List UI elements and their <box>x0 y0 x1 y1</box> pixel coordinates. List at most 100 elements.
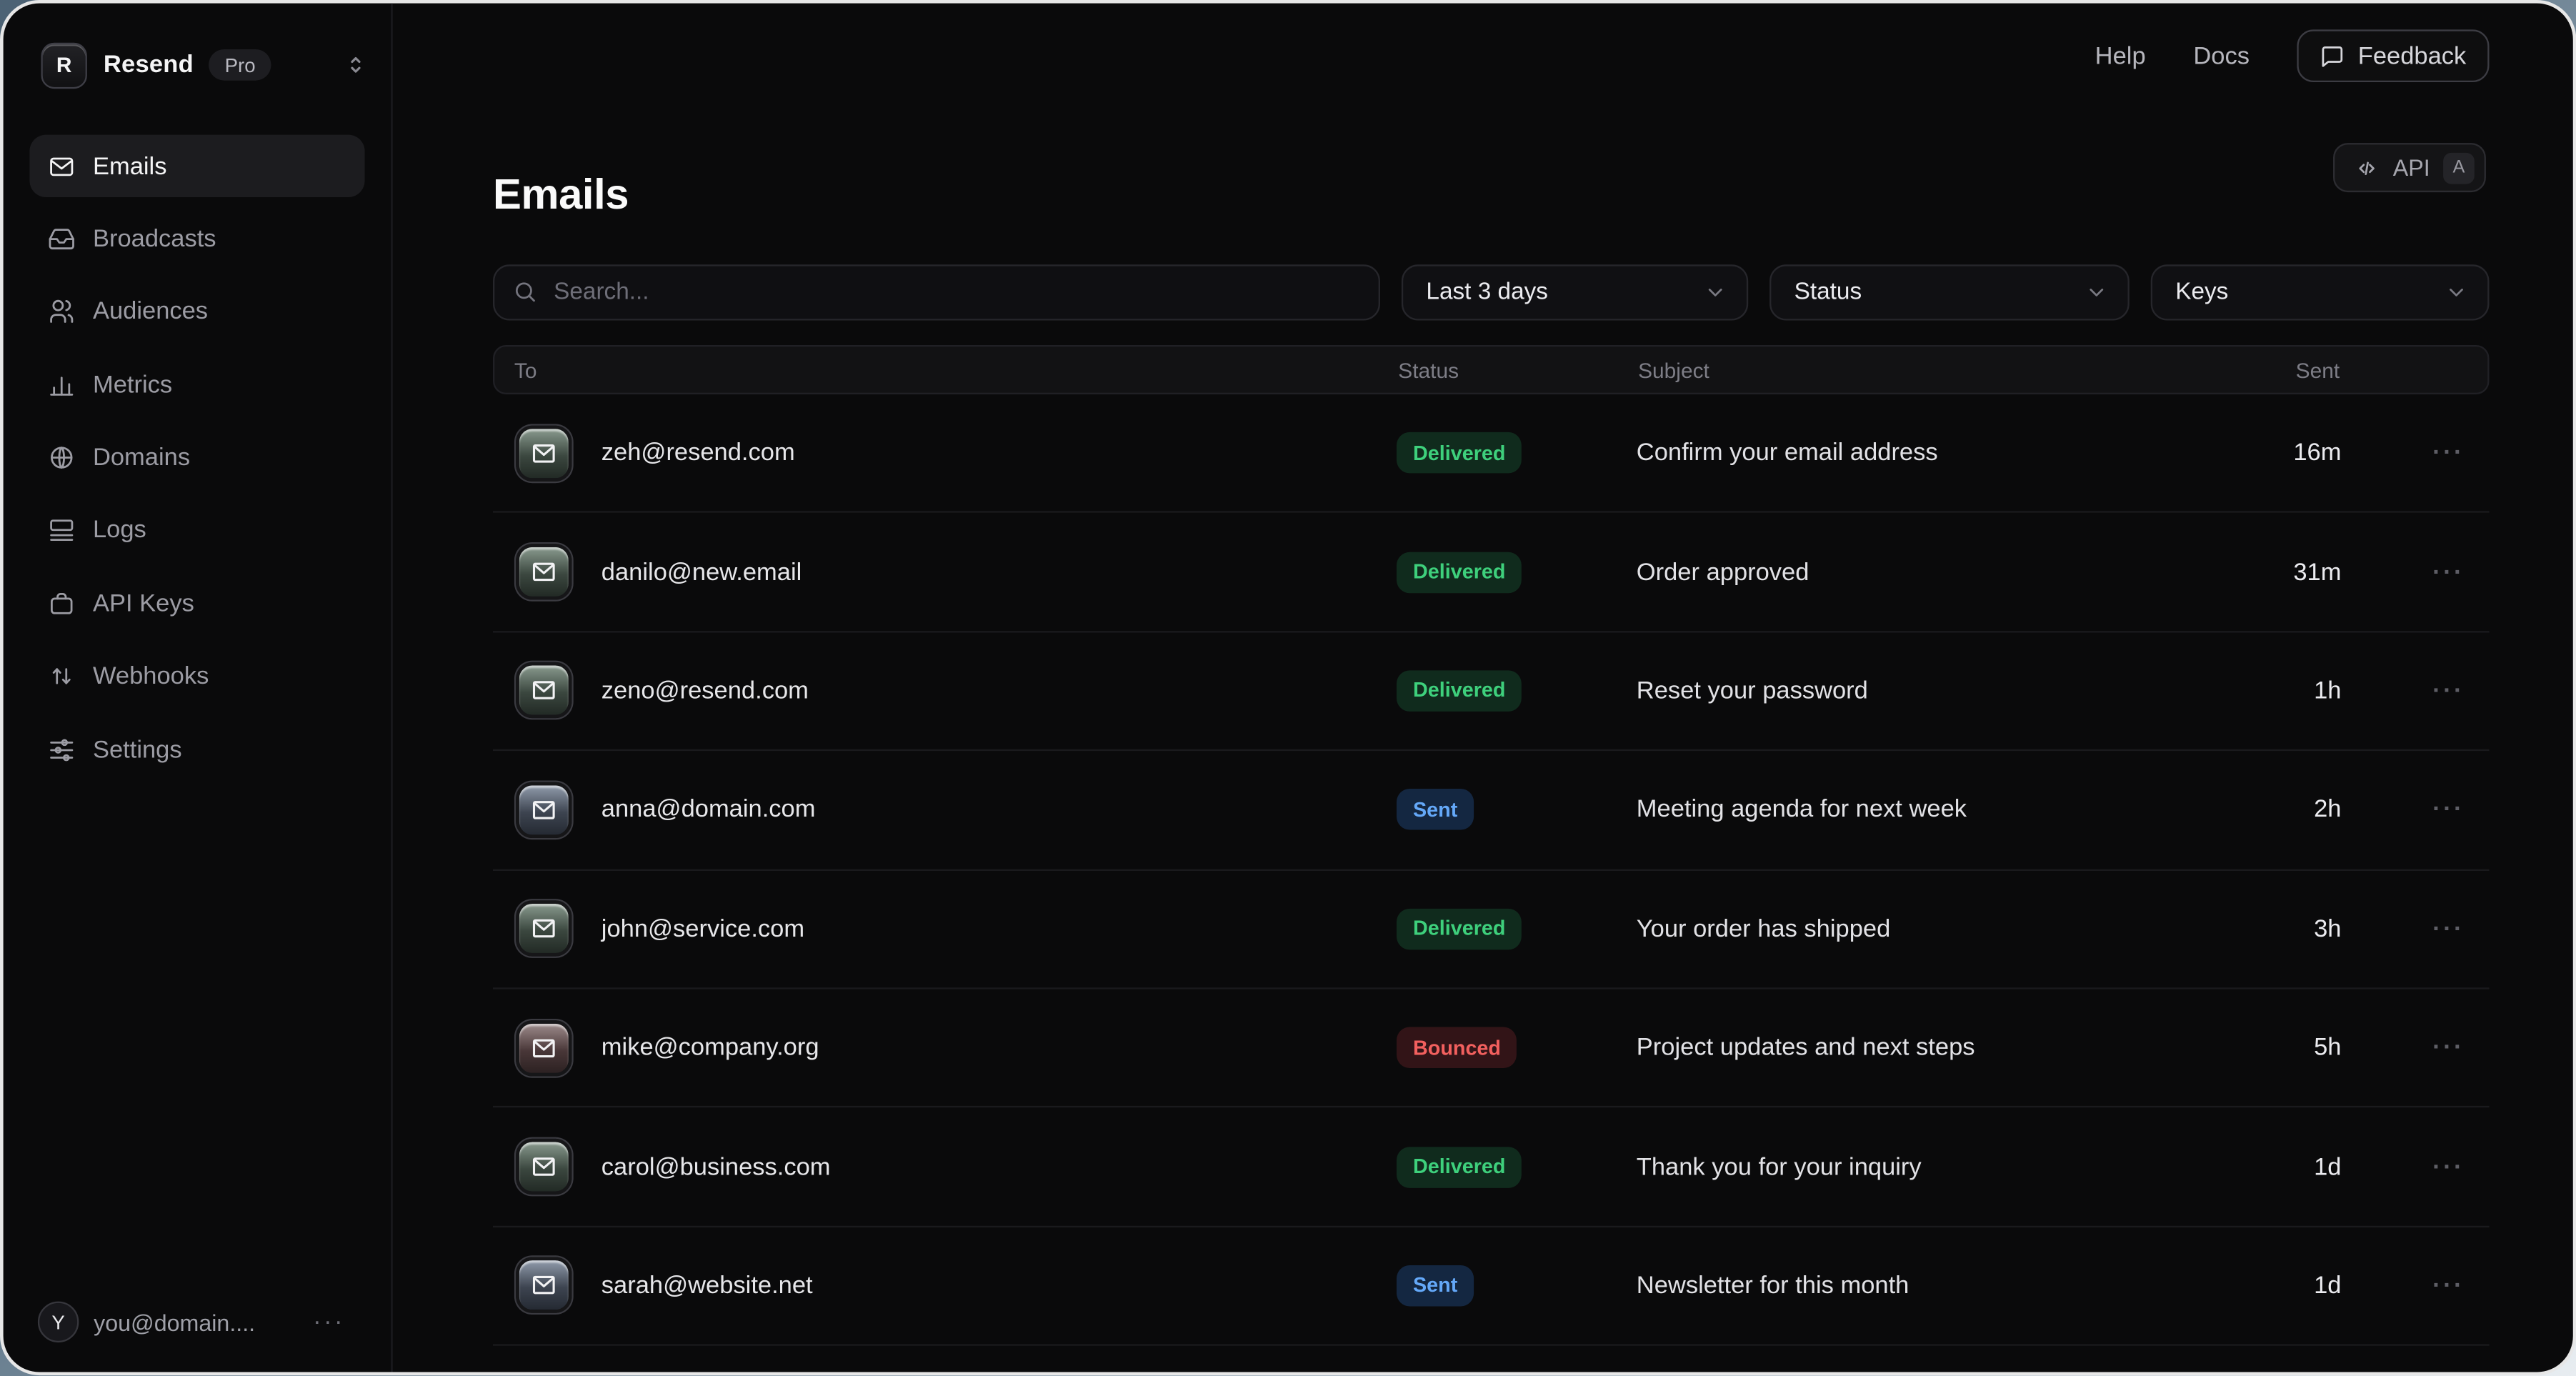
recipient-email: john@service.com <box>601 915 804 943</box>
chevron-down-icon <box>2445 281 2467 304</box>
filter-bar: Last 3 days Status Keys <box>493 264 2490 320</box>
nav-icon <box>48 444 76 472</box>
to-cell: zeh@resend.com <box>493 425 1397 481</box>
row-menu-button[interactable]: ··· <box>2366 439 2490 467</box>
table-row[interactable]: zeh@resend.com Delivered Confirm your em… <box>493 394 2490 513</box>
api-button[interactable]: API A <box>2334 143 2486 192</box>
status-cell: Bounced <box>1397 1027 1637 1069</box>
nav-icon <box>48 298 76 326</box>
resend-logo: R <box>41 42 87 88</box>
recipient-email: anna@domain.com <box>601 796 816 824</box>
help-link[interactable]: Help <box>2095 42 2146 70</box>
row-menu-button[interactable]: ··· <box>2366 1153 2490 1181</box>
chevrons-up-down-icon[interactable] <box>344 53 369 78</box>
sent-time: 1h <box>2235 677 2366 705</box>
sidebar-item-metrics[interactable]: Metrics <box>29 354 364 416</box>
email-table-body: zeh@resend.com Delivered Confirm your em… <box>493 394 2490 1376</box>
to-cell: carol@business.com <box>493 1139 1397 1195</box>
sidebar-item-label: Webhooks <box>93 662 209 690</box>
table-row[interactable]: john@service.com Delivered Your order ha… <box>493 870 2490 989</box>
search-input[interactable] <box>493 264 1380 320</box>
workspace-switcher[interactable]: R Resend Pro <box>41 43 369 87</box>
to-cell: sarah@website.net <box>493 1257 1397 1313</box>
recipient-email: zeno@resend.com <box>601 677 809 705</box>
recipient-email: mike@company.org <box>601 1034 819 1062</box>
row-menu-button[interactable]: ··· <box>2366 558 2490 586</box>
subject-text: Your order has shipped <box>1637 915 2235 943</box>
sidebar-item-label: Emails <box>93 152 167 180</box>
status-badge: Delivered <box>1397 908 1522 949</box>
status-filter-dropdown[interactable]: Status <box>1769 264 2130 320</box>
subject-text: Newsletter for this month <box>1637 1272 2235 1300</box>
envelope-icon <box>516 1257 571 1313</box>
sidebar-item-api-keys[interactable]: API Keys <box>29 572 364 634</box>
envelope-icon <box>516 1019 571 1075</box>
column-header-to: To <box>494 357 1398 382</box>
to-cell: zeno@resend.com <box>493 663 1397 719</box>
code-icon <box>2355 155 2380 180</box>
row-menu-button[interactable]: ··· <box>2366 677 2490 705</box>
subject-text: Project updates and next steps <box>1637 1034 2235 1062</box>
chevron-down-icon <box>1704 281 1727 304</box>
sidebar-item-domains[interactable]: Domains <box>29 427 364 489</box>
sidebar-item-label: Audiences <box>93 298 208 326</box>
status-cell: Delivered <box>1397 908 1637 949</box>
nav-icon <box>48 517 76 544</box>
table-row[interactable]: sarah@website.net Sent Newsletter for th… <box>493 1227 2490 1345</box>
app-window: R Resend Pro Emails Broadcasts Audiences… <box>0 0 2576 1376</box>
status-badge: Bounced <box>1397 1027 1517 1069</box>
status-filter-value: Status <box>1794 279 1862 306</box>
table-row[interactable]: mike@company.org Bounced Project updates… <box>493 989 2490 1107</box>
plan-badge: Pro <box>209 49 272 81</box>
sidebar: R Resend Pro Emails Broadcasts Audiences… <box>4 4 393 1373</box>
table-row[interactable]: zeno@resend.com Delivered Reset your pas… <box>493 632 2490 751</box>
sidebar-item-label: Domains <box>93 444 190 472</box>
date-range-dropdown[interactable]: Last 3 days <box>1402 264 1748 320</box>
sidebar-nav: Emails Broadcasts Audiences Metrics Doma… <box>29 135 364 781</box>
row-menu-button[interactable]: ··· <box>2366 915 2490 943</box>
avatar: Y <box>38 1302 79 1343</box>
envelope-icon <box>516 425 571 481</box>
sidebar-item-audiences[interactable]: Audiences <box>29 281 364 343</box>
feedback-button[interactable]: Feedback <box>2297 29 2490 82</box>
row-menu-button[interactable]: ··· <box>2366 796 2490 824</box>
api-label: API <box>2393 154 2430 181</box>
shortcut-key-badge: A <box>2443 152 2475 184</box>
subject-text: Meeting agenda for next week <box>1637 796 2235 824</box>
search-icon <box>513 279 538 304</box>
sidebar-item-label: Settings <box>93 736 182 764</box>
table-row[interactable]: anna@domain.com Sent Meeting agenda for … <box>493 751 2490 869</box>
table-row[interactable]: carol@business.com Delivered Thank you f… <box>493 1108 2490 1227</box>
column-header-status: Status <box>1398 357 1638 382</box>
sent-time: 16m <box>2235 439 2366 467</box>
sent-time: 5h <box>2235 1034 2366 1062</box>
docs-link[interactable]: Docs <box>2193 42 2250 70</box>
user-menu-button[interactable]: ··· <box>313 1308 345 1336</box>
sidebar-item-webhooks[interactable]: Webhooks <box>29 645 364 707</box>
table-row[interactable]: Delivered <box>493 1346 2490 1376</box>
brand-name: Resend <box>104 51 194 79</box>
sidebar-item-settings[interactable]: Settings <box>29 718 364 780</box>
row-menu-button[interactable]: ··· <box>2366 1272 2490 1300</box>
table-row[interactable]: danilo@new.email Delivered Order approve… <box>493 513 2490 632</box>
status-cell: Delivered <box>1397 432 1637 474</box>
user-account[interactable]: Y you@domain.... ··· <box>38 1300 365 1344</box>
status-badge: Delivered <box>1397 670 1522 712</box>
subject-text: Order approved <box>1637 558 2235 586</box>
status-badge: Delivered <box>1397 1146 1522 1187</box>
to-cell: mike@company.org <box>493 1019 1397 1075</box>
nav-icon <box>48 736 76 764</box>
to-cell: john@service.com <box>493 901 1397 957</box>
nav-icon <box>48 662 76 690</box>
sidebar-item-logs[interactable]: Logs <box>29 499 364 562</box>
sidebar-item-emails[interactable]: Emails <box>29 135 364 197</box>
recipient-email: sarah@website.net <box>601 1272 813 1300</box>
sidebar-item-broadcasts[interactable]: Broadcasts <box>29 208 364 270</box>
sidebar-item-label: Logs <box>93 517 146 544</box>
recipient-email: zeh@resend.com <box>601 439 795 467</box>
keys-filter-dropdown[interactable]: Keys <box>2151 264 2490 320</box>
row-menu-button[interactable]: ··· <box>2366 1034 2490 1062</box>
feedback-label: Feedback <box>2358 42 2467 70</box>
chat-bubble-icon <box>2320 44 2345 69</box>
user-email: you@domain.... <box>94 1309 255 1335</box>
